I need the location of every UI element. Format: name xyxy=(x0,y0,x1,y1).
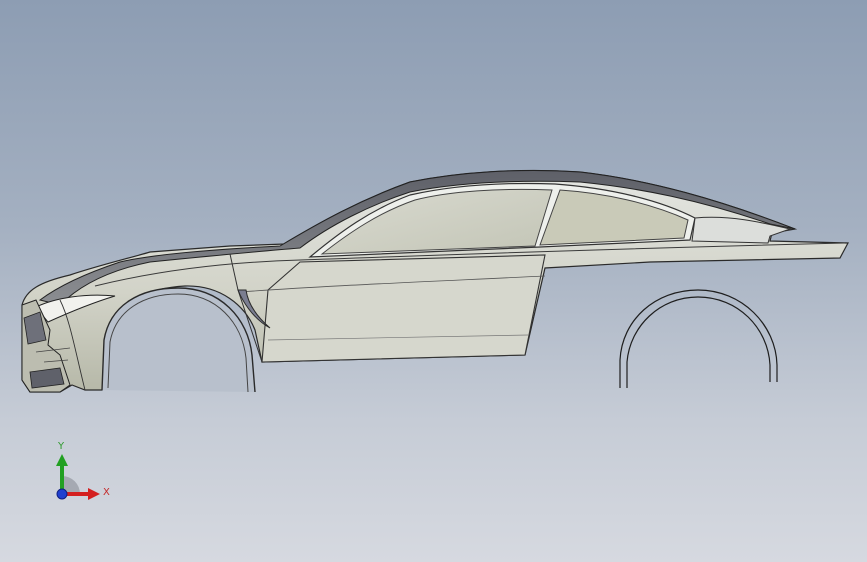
coordinate-triad: Y X xyxy=(40,438,130,518)
cad-viewport[interactable]: Y X xyxy=(0,0,867,562)
triad-graphic xyxy=(56,454,100,500)
x-axis-label: X xyxy=(103,487,110,498)
rear-wheel-arch-inner xyxy=(626,296,771,388)
front-wheel-arch xyxy=(101,287,256,393)
door-panel xyxy=(261,254,546,363)
rear-wheel-arch-outer xyxy=(619,289,778,388)
y-axis-label: Y xyxy=(58,441,65,452)
car-body-model[interactable] xyxy=(0,0,867,562)
lower-intake xyxy=(29,367,65,389)
